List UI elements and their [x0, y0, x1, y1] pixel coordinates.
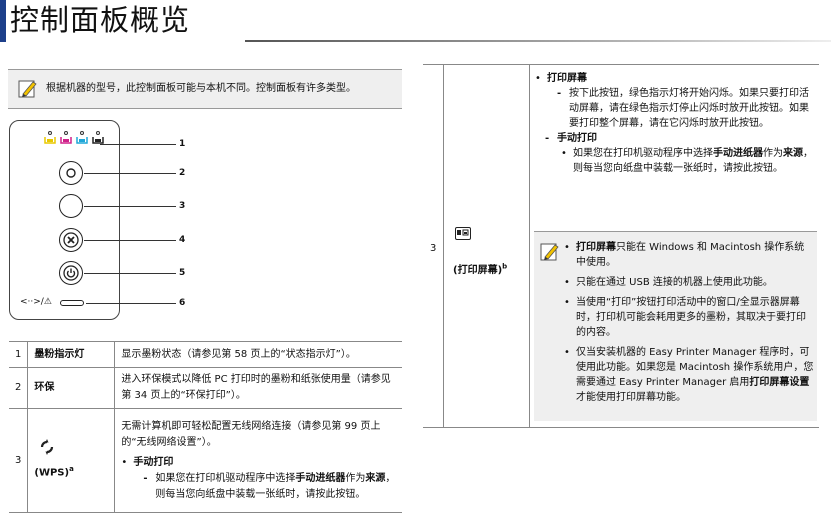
row-number: 1 [9, 341, 29, 368]
note-pencil-icon [540, 243, 559, 261]
note-text: 根据机器的型号，此控制面板可能与本机不同。控制面板有许多类型。 [46, 83, 356, 94]
row-name: 环保 [27, 367, 116, 409]
callout-5: 5 [179, 268, 186, 278]
toner-leds [44, 131, 104, 145]
list-item: 只能在通过 USB 连接的机器上使用此功能。 [564, 275, 814, 290]
row-desc: 进入环保模式以降低 PC 打印时的墨粉和纸张使用量（请参见第 34 页上的“环保… [114, 367, 402, 409]
table-row: 3 (WPS)a 无需计算机即可轻松配置无线网络连接（请参见第 99 页上的“无… [9, 408, 402, 513]
power-button[interactable] [59, 261, 83, 285]
row-number: 3 [9, 408, 29, 513]
sub-dot-list: 如果您在打印机驱动程序中选择手动进纸器作为来源，则每当您向纸盘中装载一张纸时，请… [561, 146, 815, 176]
list-item: 手动打印 如果您在打印机驱动程序中选择手动进纸器作为来源，则每当您向纸盘中装载一… [545, 131, 815, 176]
list-item: 如果您在打印机驱动程序中选择手动进纸器作为来源，则每当您向纸盘中装载一张纸时，请… [143, 471, 396, 503]
print-screen-list: 打印屏幕 按下此按钮，绿色指示灯将开始闪烁。如果只要打印活动屏幕，请在绿色指示灯… [535, 71, 815, 176]
row-name: 墨粉指示灯 [27, 341, 116, 368]
list-item: 仅当安装机器的 Easy Printer Manager 程序时，可使用此功能。… [564, 345, 814, 405]
print-screen-desc: 打印屏幕 按下此按钮，绿色指示灯将开始闪烁。如果只要打印活动屏幕，请在绿色指示灯… [535, 71, 815, 176]
wps-desc: 无需计算机即可轻松配置无线网络连接（请参见第 99 页上的“无线网络设置”）。 [121, 420, 381, 448]
note-list: 打印屏幕只能在 Windows 和 Macintosh 操作系统中使用。 只能在… [564, 240, 814, 410]
table-row: 1 墨粉指示灯 显示墨粉状态（请参见第 58 页上的“状态指示灯”）。 [9, 341, 402, 368]
row-number: 3 [430, 243, 437, 254]
callout-1: 1 [179, 139, 186, 149]
row-desc: 显示墨粉状态（请参见第 58 页上的“状态指示灯”）。 [114, 341, 402, 368]
callout-3: 3 [179, 201, 186, 211]
callout-line [84, 240, 176, 241]
wps-label: (WPS) [34, 467, 70, 479]
title-rule [245, 40, 831, 42]
row-name-wps: (WPS)a [27, 408, 116, 513]
list-item: 手动打印 如果您在打印机驱动程序中选择手动进纸器作为来源，则每当您向纸盘中装载一… [121, 455, 396, 503]
toner-led-yellow [44, 131, 56, 145]
list-item: 按下此按钮，绿色指示灯将开始闪烁。如果只要打印活动屏幕，请在绿色指示灯停止闪烁时… [557, 86, 815, 131]
dash-list: 如果您在打印机驱动程序中选择手动进纸器作为来源，则每当您向纸盘中装载一张纸时，请… [143, 471, 396, 503]
callout-line [84, 273, 176, 274]
note-box: 根据机器的型号，此控制面板可能与本机不同。控制面板有许多类型。 [8, 69, 402, 109]
accent-bar [0, 0, 6, 42]
control-panel-illustration [9, 120, 120, 320]
note-pencil-icon [18, 80, 37, 98]
row-desc: 无需计算机即可轻松配置无线网络连接（请参见第 99 页上的“无线网络设置”）。 … [114, 408, 402, 513]
cancel-button[interactable] [59, 228, 83, 252]
row-number: 2 [9, 367, 29, 409]
page-title: 控制面板概览 [10, 3, 191, 37]
list-item: 打印屏幕只能在 Windows 和 Macintosh 操作系统中使用。 [564, 240, 814, 270]
dash-list: 按下此按钮，绿色指示灯将开始闪烁。如果只要打印活动屏幕，请在绿色指示灯停止闪烁时… [545, 86, 815, 176]
toner-led-magenta [60, 131, 72, 145]
status-label: <··>/⚠ [20, 297, 52, 307]
buttons-table-right: 3 (打印屏幕)b 打印屏幕 按下此按钮，绿色指示灯将开始闪烁。如果只要打印活动… [423, 64, 819, 428]
wps-button[interactable] [59, 194, 83, 218]
callout-line [84, 206, 176, 207]
list-item: 打印屏幕 按下此按钮，绿色指示灯将开始闪烁。如果只要打印活动屏幕，请在绿色指示灯… [535, 71, 815, 176]
print-screen-icon [455, 227, 471, 240]
callout-line [100, 144, 176, 145]
sub-title: 手动打印 [133, 456, 174, 468]
footnote-b: b [502, 262, 508, 271]
list-item: 如果您在打印机驱动程序中选择手动进纸器作为来源，则每当您向纸盘中装载一张纸时，请… [561, 146, 815, 176]
cancel-x-icon [63, 232, 79, 248]
buttons-table-left: 1 墨粉指示灯 显示墨粉状态（请参见第 58 页上的“状态指示灯”）。 2 环保… [9, 341, 402, 513]
callout-line [84, 173, 176, 174]
toner-led-cyan [76, 131, 88, 145]
callout-6: 6 [179, 298, 186, 308]
callout-line [86, 303, 176, 304]
status-led [60, 300, 84, 306]
power-icon [63, 265, 79, 281]
page-header: 控制面板概览 [0, 0, 831, 42]
toner-led-black [92, 131, 104, 145]
footnote-a: a [69, 465, 74, 474]
wps-sublist: 手动打印 如果您在打印机驱动程序中选择手动进纸器作为来源，则每当您向纸盘中装载一… [121, 455, 396, 503]
print-screen-label: (打印屏幕)b [453, 262, 508, 276]
callout-4: 4 [179, 235, 186, 245]
list-item: 当使用“打印”按钮打印活动中的窗口/全显示器屏幕时，打印机可能会耗用更多的墨粉，… [564, 295, 814, 340]
eco-icon [66, 168, 76, 178]
print-screen-note: 打印屏幕只能在 Windows 和 Macintosh 操作系统中使用。 只能在… [534, 231, 817, 421]
callout-2: 2 [179, 168, 186, 178]
table-row: 2 环保 进入环保模式以降低 PC 打印时的墨粉和纸张使用量（请参见第 34 页… [9, 367, 402, 409]
eco-button[interactable] [59, 161, 83, 185]
wps-icon [41, 439, 54, 456]
